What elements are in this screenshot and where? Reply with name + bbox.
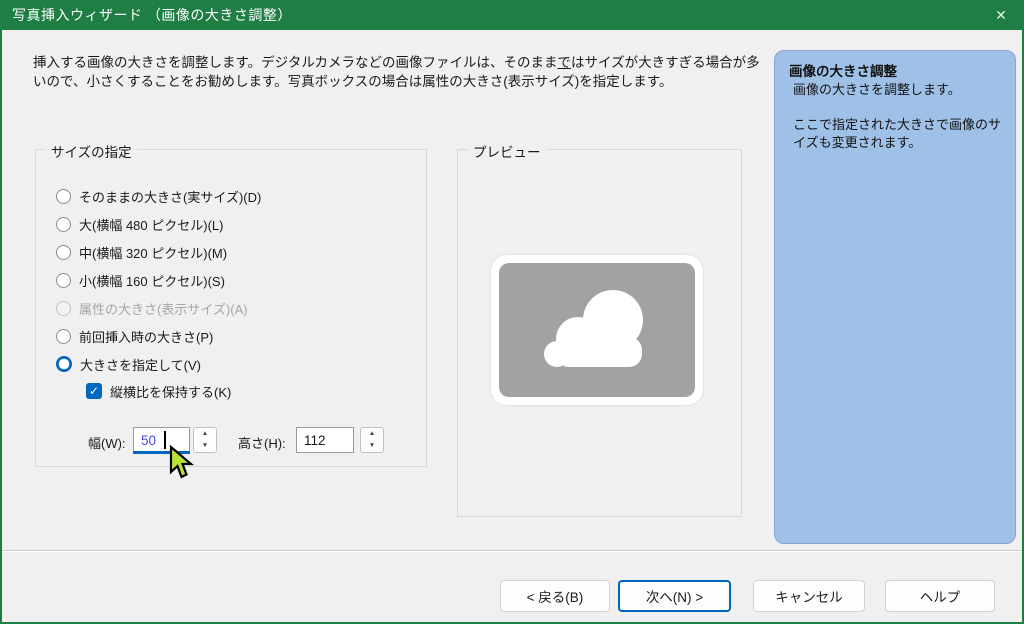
- preview-group: プレビュー: [457, 149, 742, 517]
- width-field-label: 幅(W):: [88, 433, 126, 452]
- height-spinner: ▲ ▼: [360, 427, 384, 453]
- radio-icon: [56, 189, 71, 204]
- panel-title: 画像の大きさ調整: [789, 63, 1001, 81]
- preview-group-label: プレビュー: [468, 141, 546, 161]
- footer-separator: [2, 550, 1022, 552]
- spin-up-icon[interactable]: ▲: [194, 428, 216, 440]
- text-caret: [164, 431, 166, 449]
- radio-label: 前回挿入時の大きさ(P): [79, 327, 213, 346]
- radio-specify-size[interactable]: 大きさを指定して(V): [56, 350, 261, 378]
- mouse-cursor-icon: [168, 445, 196, 481]
- cancel-button[interactable]: キャンセル: [753, 580, 865, 612]
- next-button[interactable]: 次へ(N) >: [618, 580, 731, 612]
- radio-large-480px[interactable]: 大(横幅 480 ピクセル)(L): [56, 210, 261, 238]
- radio-icon: [56, 273, 71, 288]
- height-field-label: 高さ(H):: [238, 433, 286, 452]
- help-button[interactable]: ヘルプ: [885, 580, 995, 612]
- size-selection-group: サイズの指定 そのままの大きさ(実サイズ)(D) 大(横幅 480 ピクセル)(…: [35, 149, 427, 467]
- radio-label: 属性の大きさ(表示サイズ)(A): [79, 299, 248, 318]
- radio-icon: [56, 245, 71, 260]
- cloud-icon: [499, 263, 695, 397]
- radio-icon: [56, 217, 71, 232]
- size-radio-list: そのままの大きさ(実サイズ)(D) 大(横幅 480 ピクセル)(L) 中(横幅…: [56, 182, 261, 378]
- checkbox-checked-icon: ✓: [86, 383, 102, 399]
- radio-icon: [56, 301, 71, 316]
- spin-down-icon[interactable]: ▼: [361, 440, 383, 452]
- radio-actual-size[interactable]: そのままの大きさ(実サイズ)(D): [56, 182, 261, 210]
- spin-up-icon[interactable]: ▲: [361, 428, 383, 440]
- back-button[interactable]: < 戻る(B): [500, 580, 610, 612]
- width-spinner: ▲ ▼: [193, 427, 217, 453]
- radio-small-160px[interactable]: 小(横幅 160 ピクセル)(S): [56, 266, 261, 294]
- description-part1: 挿入する画像の大きさを調整します。デジタルカメラなどの画像ファイルは、そのまま: [33, 55, 557, 70]
- preview-image-placeholder: [499, 263, 695, 397]
- size-fields-row: 幅(W): ▲ ▼ 高さ(H): ▲ ▼: [36, 427, 426, 453]
- radio-icon: [56, 329, 71, 344]
- radio-label: 大(横幅 480 ピクセル)(L): [79, 215, 223, 234]
- keep-aspect-ratio-checkbox[interactable]: ✓ 縦横比を保持する(K): [86, 381, 231, 401]
- radio-label: 大きさを指定して(V): [80, 355, 201, 374]
- preview-photo-frame: [491, 255, 703, 405]
- size-group-label: サイズの指定: [46, 141, 137, 161]
- window-title: 写真挿入ウィザード （画像の大きさ調整）: [0, 5, 292, 25]
- radio-selected-icon: [56, 356, 72, 372]
- checkbox-label: 縦横比を保持する(K): [110, 382, 231, 401]
- radio-label: 小(横幅 160 ピクセル)(S): [79, 271, 225, 290]
- radio-medium-320px[interactable]: 中(横幅 320 ピクセル)(M): [56, 238, 261, 266]
- radio-attribute-size: 属性の大きさ(表示サイズ)(A): [56, 294, 261, 322]
- panel-line1: 画像の大きさを調整します。: [789, 81, 1001, 99]
- radio-last-inserted-size[interactable]: 前回挿入時の大きさ(P): [56, 322, 261, 350]
- height-input[interactable]: [296, 427, 354, 453]
- title-bar: 写真挿入ウィザード （画像の大きさ調整） ✕: [0, 0, 1024, 30]
- photo-insert-wizard-dialog: 写真挿入ウィザード （画像の大きさ調整） ✕ 挿入する画像の大きさを調整します。…: [0, 0, 1024, 624]
- close-icon[interactable]: ✕: [978, 0, 1024, 30]
- panel-line2: ここで指定された大きさで画像のサイズも変更されます。: [789, 116, 1001, 152]
- wizard-description: 挿入する画像の大きさを調整します。デジタルカメラなどの画像ファイルは、そのままで…: [33, 53, 769, 91]
- wizard-step-info-panel: 画像の大きさ調整 画像の大きさを調整します。 ここで指定された大きさで画像のサイ…: [774, 50, 1016, 544]
- radio-label: そのままの大きさ(実サイズ)(D): [79, 187, 261, 206]
- description-underlined-char: で: [557, 55, 571, 70]
- radio-label: 中(横幅 320 ピクセル)(M): [79, 243, 227, 262]
- spin-down-icon[interactable]: ▼: [194, 440, 216, 452]
